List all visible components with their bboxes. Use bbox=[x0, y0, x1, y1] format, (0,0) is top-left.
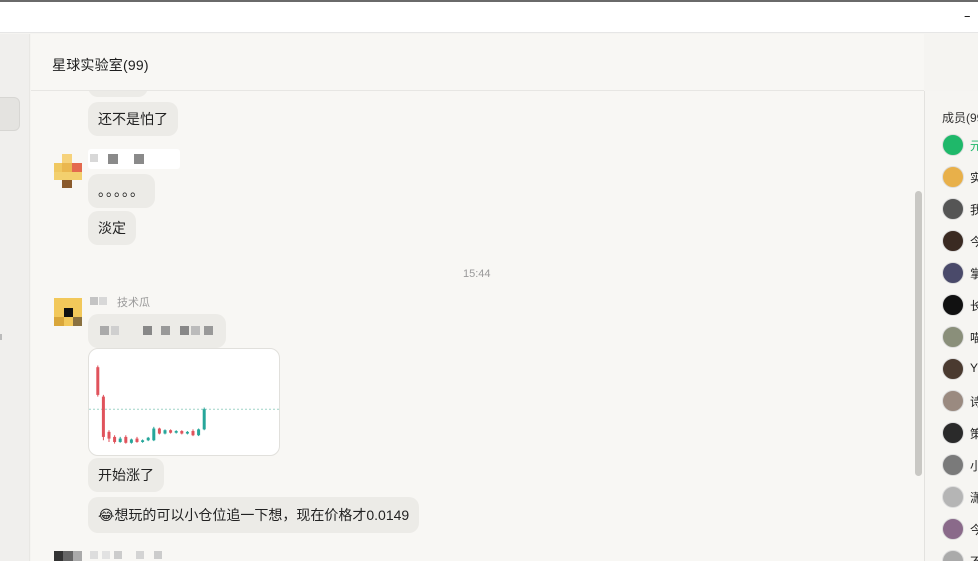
candle-body bbox=[152, 428, 156, 441]
avatar[interactable] bbox=[54, 298, 82, 332]
message-bubble-cutoff bbox=[88, 91, 148, 97]
candle-body bbox=[174, 431, 178, 433]
member-item[interactable]: 策 bbox=[942, 422, 978, 444]
candle-body bbox=[124, 436, 128, 443]
candle-body bbox=[141, 440, 145, 442]
chat-message-list[interactable]: 还不是怕了 。。。。。 淡定 15:44 技术瓜 开始涨了 😂想玩的可以小仓位追… bbox=[31, 91, 924, 561]
sender-name-blurred bbox=[88, 551, 168, 561]
member-name-initial: 我 bbox=[970, 201, 978, 218]
rail-divider-mark bbox=[0, 334, 2, 340]
member-list-title: 成员(99) bbox=[942, 111, 978, 125]
candle-body bbox=[197, 429, 201, 436]
member-name-initial: 不 bbox=[970, 553, 978, 561]
member-item[interactable]: 小 bbox=[942, 454, 978, 476]
page-title: 星球实验室(99) bbox=[52, 57, 149, 73]
message-bubble-blurred[interactable] bbox=[88, 314, 226, 348]
avatar bbox=[942, 262, 964, 284]
candle-body bbox=[180, 431, 184, 434]
candle-body bbox=[118, 438, 122, 442]
avatar bbox=[942, 422, 964, 444]
member-name-initial: 策 bbox=[970, 425, 978, 442]
candle-body bbox=[185, 431, 189, 434]
member-item[interactable]: Y bbox=[942, 358, 978, 380]
member-item[interactable]: 实 bbox=[942, 166, 978, 188]
avatar bbox=[942, 294, 964, 316]
message-bubble[interactable]: 😂想玩的可以小仓位追一下想，现在价格才0.0149 bbox=[88, 497, 420, 533]
candle-body bbox=[157, 428, 161, 434]
candle-body bbox=[96, 367, 100, 395]
avatar bbox=[942, 390, 964, 412]
chat-scrollbar[interactable] bbox=[915, 191, 922, 476]
avatar bbox=[942, 166, 964, 188]
member-name-initial: 潇 bbox=[970, 489, 978, 506]
member-name-initial: 小 bbox=[970, 457, 978, 474]
member-name-initial: 今 bbox=[970, 521, 978, 538]
candle-body bbox=[169, 430, 173, 433]
left-rail bbox=[0, 34, 30, 561]
member-item[interactable]: 今 bbox=[942, 518, 978, 540]
candle-body bbox=[101, 396, 105, 437]
avatar bbox=[942, 550, 964, 561]
time-divider: 15:44 bbox=[463, 268, 491, 280]
member-item[interactable]: 长 bbox=[942, 294, 978, 316]
message-bubble[interactable]: 开始涨了 bbox=[88, 458, 164, 492]
member-name-initial: 长 bbox=[970, 297, 978, 314]
member-item[interactable]: 喵 bbox=[942, 326, 978, 348]
avatar bbox=[942, 486, 964, 508]
chart-image-message[interactable] bbox=[88, 348, 280, 456]
member-item[interactable]: 元 bbox=[942, 134, 978, 156]
message-bubble[interactable]: 还不是怕了 bbox=[88, 102, 178, 136]
message-bubble[interactable]: 淡定 bbox=[88, 211, 136, 245]
message-bubble[interactable]: 。。。。。 bbox=[88, 174, 155, 208]
member-name-initial: 喵 bbox=[970, 329, 978, 346]
candle-body bbox=[107, 431, 111, 439]
candle-body bbox=[146, 437, 150, 441]
avatar bbox=[942, 326, 964, 348]
member-name-initial: 今 bbox=[970, 233, 978, 250]
candle-body bbox=[129, 439, 133, 443]
candle-body bbox=[113, 436, 117, 442]
avatar bbox=[942, 454, 964, 476]
avatar[interactable] bbox=[54, 154, 82, 188]
member-item[interactable]: 我 bbox=[942, 198, 978, 220]
window-titlebar: – bbox=[0, 0, 978, 33]
member-name-initial: 元 bbox=[970, 137, 978, 154]
member-item[interactable]: 掌 bbox=[942, 262, 978, 284]
member-item[interactable]: 潇 bbox=[942, 486, 978, 508]
member-panel: 成员(99) 元实我今掌长喵Y诗策小潇今不 bbox=[924, 91, 978, 561]
avatar bbox=[942, 358, 964, 380]
avatar bbox=[942, 198, 964, 220]
candle-body bbox=[191, 431, 195, 436]
member-name-initial: 实 bbox=[970, 169, 978, 186]
avatar bbox=[942, 230, 964, 252]
member-item[interactable]: 不 bbox=[942, 550, 978, 561]
avatar[interactable] bbox=[54, 551, 82, 561]
rail-selected-item[interactable] bbox=[0, 97, 20, 131]
minimize-button[interactable]: – bbox=[964, 10, 978, 23]
candle-body bbox=[163, 430, 167, 434]
candle-body bbox=[135, 438, 139, 442]
member-name-initial: 诗 bbox=[970, 393, 978, 410]
chat-header: 星球实验室(99) bbox=[31, 34, 924, 91]
sender-name-blurred: 技术瓜 bbox=[88, 293, 218, 311]
member-name-initial: Y bbox=[970, 361, 978, 375]
avatar bbox=[942, 134, 964, 156]
candle-body bbox=[202, 409, 206, 430]
member-item[interactable]: 诗 bbox=[942, 390, 978, 412]
sender-name: 技术瓜 bbox=[117, 297, 150, 309]
candlestick-thumbnail bbox=[89, 365, 279, 444]
member-item[interactable]: 今 bbox=[942, 230, 978, 252]
sender-name-blurred bbox=[88, 149, 180, 169]
avatar bbox=[942, 518, 964, 540]
member-name-initial: 掌 bbox=[970, 265, 978, 282]
